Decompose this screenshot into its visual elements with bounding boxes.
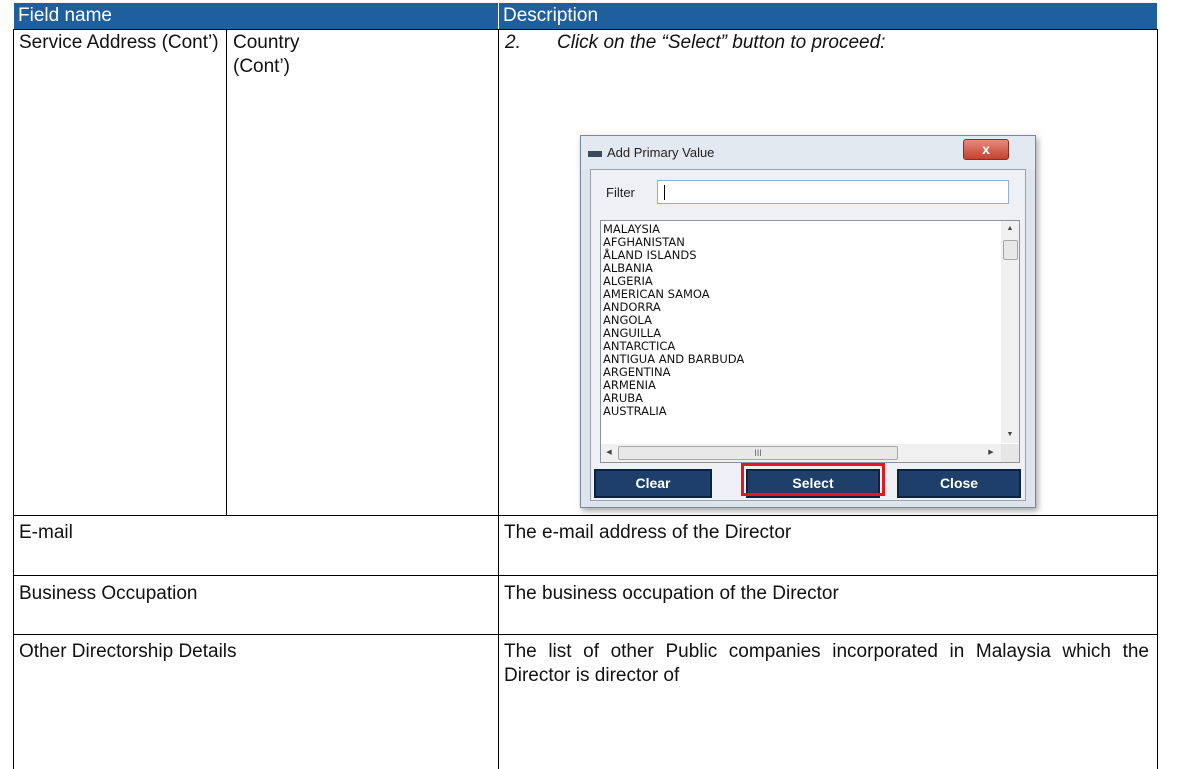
country-list: MALAYSIA AFGHANISTAN ÅLAND ISLANDS ALBANIA A… — [603, 223, 999, 443]
list-item[interactable]: ÅLAND ISLANDS — [603, 249, 999, 262]
list-item[interactable]: ALBANIA — [603, 262, 999, 275]
field-service-address: Service Address (Cont’) — [19, 32, 219, 53]
document-table: Field name Description Service Address (… — [0, 0, 1181, 769]
horizontal-scroll-thumb[interactable]: III — [618, 446, 898, 460]
table-divider-description — [498, 29, 499, 769]
step-number: 2. — [505, 32, 521, 53]
field-other-directorship: Other Directorship Details — [19, 641, 237, 662]
description-other-directorship: The list of other Public companies incor… — [504, 641, 1149, 686]
horizontal-scrollbar[interactable]: ◀ III ▶ — [601, 444, 1001, 462]
scrollbar-corner — [1001, 444, 1019, 462]
country-listbox[interactable]: MALAYSIA AFGHANISTAN ÅLAND ISLANDS ALBANIA A… — [600, 220, 1020, 463]
step-instruction: Click on the “Select” button to proceed: — [557, 32, 886, 53]
list-item[interactable]: ANDORRA — [603, 301, 999, 314]
field-country: Country (Cont’) — [233, 32, 300, 77]
scroll-right-icon[interactable]: ▶ — [983, 444, 999, 462]
scroll-thumb[interactable] — [1003, 240, 1018, 260]
dialog-title-bar[interactable]: Add Primary Value x — [581, 136, 1035, 169]
header-description: Description — [499, 3, 1157, 29]
list-item[interactable]: ARMENIA — [603, 379, 999, 392]
scroll-down-icon[interactable]: ▼ — [1001, 427, 1019, 443]
table-border-left — [13, 29, 14, 769]
description-business-occupation: The business occupation of the Director — [504, 583, 839, 604]
table-rule — [13, 29, 1158, 30]
add-primary-value-dialog: Add Primary Value x Filter MALAYSIA AFGHA… — [580, 135, 1036, 508]
text-caret — [664, 185, 665, 200]
scroll-left-icon[interactable]: ◀ — [601, 444, 617, 462]
vertical-scrollbar[interactable]: ▲ ▼ — [1001, 221, 1019, 443]
close-icon[interactable]: x — [963, 139, 1009, 160]
list-item[interactable]: AUSTRALIA — [603, 405, 999, 418]
table-rule — [13, 634, 1158, 635]
clear-button[interactable]: Clear — [594, 469, 712, 498]
list-item[interactable]: AMERICAN SAMOA — [603, 288, 999, 301]
dialog-title: Add Primary Value — [607, 145, 715, 160]
select-highlight-box — [741, 463, 885, 496]
list-item[interactable]: ARGENTINA — [603, 366, 999, 379]
table-border-right — [1157, 29, 1158, 769]
filter-input[interactable] — [657, 180, 1009, 204]
table-rule — [13, 515, 1158, 516]
field-business-occupation: Business Occupation — [19, 583, 198, 604]
header-field-name: Field name — [14, 3, 498, 29]
table-divider-subfield — [226, 29, 227, 515]
close-button[interactable]: Close — [897, 469, 1021, 498]
field-email: E-mail — [19, 522, 73, 543]
scroll-up-icon[interactable]: ▲ — [1001, 221, 1019, 237]
dialog-body: Filter MALAYSIA AFGHANISTAN ÅLAND ISLANDS A… — [590, 169, 1026, 501]
filter-label: Filter — [606, 185, 635, 200]
description-email: The e-mail address of the Director — [504, 522, 792, 543]
app-icon — [588, 151, 602, 157]
list-item[interactable]: ANGOLA — [603, 314, 999, 327]
table-rule — [13, 575, 1158, 576]
